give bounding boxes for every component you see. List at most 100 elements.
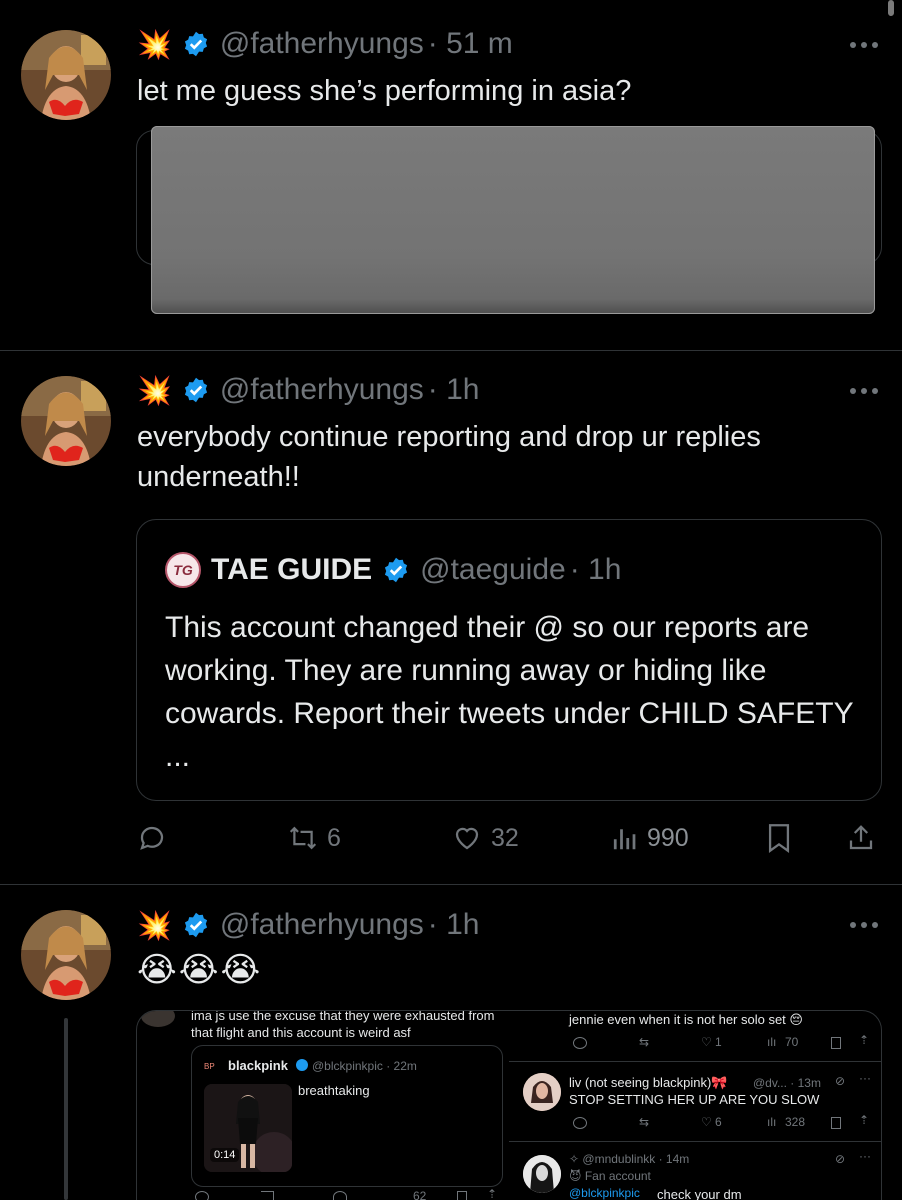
more-options-icon[interactable]: [848, 40, 880, 50]
verified-badge-icon: [184, 31, 207, 57]
avatar[interactable]: [21, 30, 111, 120]
divider: [0, 350, 902, 351]
verified-badge-icon: [184, 912, 207, 938]
reply2-text: check your dm: [657, 1187, 742, 1200]
reply1-likes: 6: [715, 1115, 722, 1129]
screenshot-left-actions: 62 ⇡: [191, 1187, 503, 1200]
more-options-icon[interactable]: [848, 920, 880, 930]
heart-icon: ♡: [701, 1035, 712, 1049]
share-button[interactable]: [846, 818, 876, 858]
avatar[interactable]: [21, 910, 111, 1000]
bookmark-icon: [457, 1191, 467, 1200]
like-count: 32: [491, 823, 519, 852]
reply-icon: [140, 826, 164, 850]
reply-icon: [573, 1117, 587, 1129]
views-icon: [613, 829, 636, 850]
screenshot-inner-text: breathtaking: [298, 1083, 370, 1098]
user-handle[interactable]: @fatherhyungs: [220, 27, 424, 61]
verified-badge-icon: [184, 377, 207, 403]
share-icon: ⇡: [859, 1113, 870, 1127]
screenshot-inner-card: BP blackpink @blckpinkpic · 22m breathta…: [191, 1045, 503, 1187]
quote-avatar[interactable]: TG: [165, 552, 201, 588]
screenshot-left-text: ima js use the excuse that they were exh…: [191, 1010, 495, 1040]
reply2-label: 😈 Fan account: [569, 1169, 651, 1183]
more-options-icon: ···: [859, 1149, 871, 1163]
share-icon: ⇡: [859, 1033, 870, 1047]
reply-icon: [195, 1191, 209, 1200]
name-emoji: 💥: [137, 909, 172, 941]
heart-icon: [455, 827, 479, 850]
views-icon: ılı: [767, 1035, 777, 1049]
bookmark-icon: [831, 1117, 841, 1129]
screenshot-inner-name: blackpink: [228, 1058, 288, 1073]
avatar[interactable]: [21, 376, 111, 466]
retweet-icon: ⇆: [639, 1115, 650, 1129]
video-thumbnail[interactable]: 0:14: [204, 1084, 292, 1172]
tweet-header: 💥 @fatherhyungs · 1h: [137, 370, 479, 410]
screenshot-left-views: 62: [413, 1189, 427, 1200]
tweet-text: 😭😭😭: [137, 951, 263, 989]
redaction-box: [151, 126, 875, 314]
retweet-icon: [261, 1191, 274, 1200]
quote-time: · 1h: [569, 553, 622, 586]
tweet-media[interactable]: ima js use the excuse that they were exh…: [136, 1010, 882, 1200]
bookmark-button[interactable]: [765, 818, 793, 858]
tweet-header: 💥 @fatherhyungs · 51 m: [137, 24, 513, 64]
more-options-icon: ···: [859, 1071, 871, 1085]
quote-logo: TG: [173, 562, 193, 578]
share-icon: [849, 825, 873, 850]
share-icon: ⇡: [487, 1187, 498, 1200]
reply1-name: liv (not seeing blackpink)🎀: [569, 1075, 728, 1090]
reply2-handle: ✧ @mndublinkk · 14m: [569, 1152, 690, 1166]
user-handle[interactable]: @fatherhyungs: [220, 908, 424, 942]
retweet-icon: [289, 826, 317, 850]
name-emoji: 💥: [137, 28, 172, 60]
heart-icon: [333, 1191, 347, 1200]
divider: [0, 884, 902, 885]
heart-icon: ♡: [701, 1115, 712, 1129]
tweet-header: 💥 @fatherhyungs · 1h: [137, 905, 479, 945]
reply1-avatar: [523, 1073, 561, 1111]
verified-badge-icon: [385, 557, 408, 583]
tweet-text: let me guess she’s performing in asia?: [137, 75, 632, 107]
bookmark-icon: [768, 824, 790, 853]
reply1-handle: @dv... · 13m: [753, 1076, 821, 1090]
screenshot-right-divider: [509, 1061, 881, 1062]
screenshot-avatar: [141, 1011, 175, 1027]
user-handle[interactable]: @fatherhyungs: [220, 373, 424, 407]
reply1-text: STOP SETTING HER UP ARE YOU SLOW: [569, 1092, 820, 1107]
quote-name[interactable]: TAE GUIDE: [211, 553, 372, 587]
reply-icon: [573, 1037, 587, 1049]
name-emoji: 💥: [137, 374, 172, 406]
quoted-tweet[interactable]: TG TAE GUIDE @taeguide · 1h This account…: [136, 519, 882, 801]
retweet-count: 6: [327, 823, 341, 852]
quote-header: TG TAE GUIDE @taeguide · 1h: [165, 550, 621, 590]
tweet-actions: 6 32 990: [137, 818, 882, 858]
mute-icon: ⊘: [835, 1074, 846, 1088]
tweet-time: · 1h: [427, 908, 480, 941]
screenshot-right-top-likes: 1: [715, 1035, 722, 1049]
verified-badge-icon: [296, 1059, 308, 1071]
tweet-time: · 1h: [427, 373, 480, 406]
screenshot-right-divider: [509, 1141, 881, 1142]
reply2-avatar: [523, 1155, 561, 1193]
video-duration: 0:14: [210, 1148, 240, 1162]
quote-handle[interactable]: @taeguide: [420, 553, 566, 587]
mute-icon: ⊘: [835, 1152, 846, 1166]
bp-logo: BP: [204, 1062, 215, 1071]
retweet-button[interactable]: 6: [287, 818, 341, 858]
scrollbar[interactable]: [888, 0, 894, 16]
reply1-actions: ⇆ ♡ 6 ılı 328 ⇡: [569, 1113, 870, 1131]
reply-button[interactable]: [137, 818, 167, 858]
reply1-views: 328: [785, 1115, 806, 1129]
retweet-icon: ⇆: [639, 1035, 650, 1049]
bookmark-icon: [831, 1037, 841, 1049]
views-button[interactable]: 990: [609, 818, 689, 858]
tweet-text: everybody continue reporting and drop ur…: [137, 421, 761, 493]
thread-line: [64, 1018, 68, 1200]
views-count: 990: [647, 823, 689, 852]
screenshot-right-top-actions: ⇆ ♡ 1 ılı 70 ⇡: [569, 1033, 870, 1051]
tweet-time: · 51 m: [427, 27, 513, 60]
like-button[interactable]: 32: [451, 818, 519, 858]
more-options-icon[interactable]: [848, 386, 880, 396]
